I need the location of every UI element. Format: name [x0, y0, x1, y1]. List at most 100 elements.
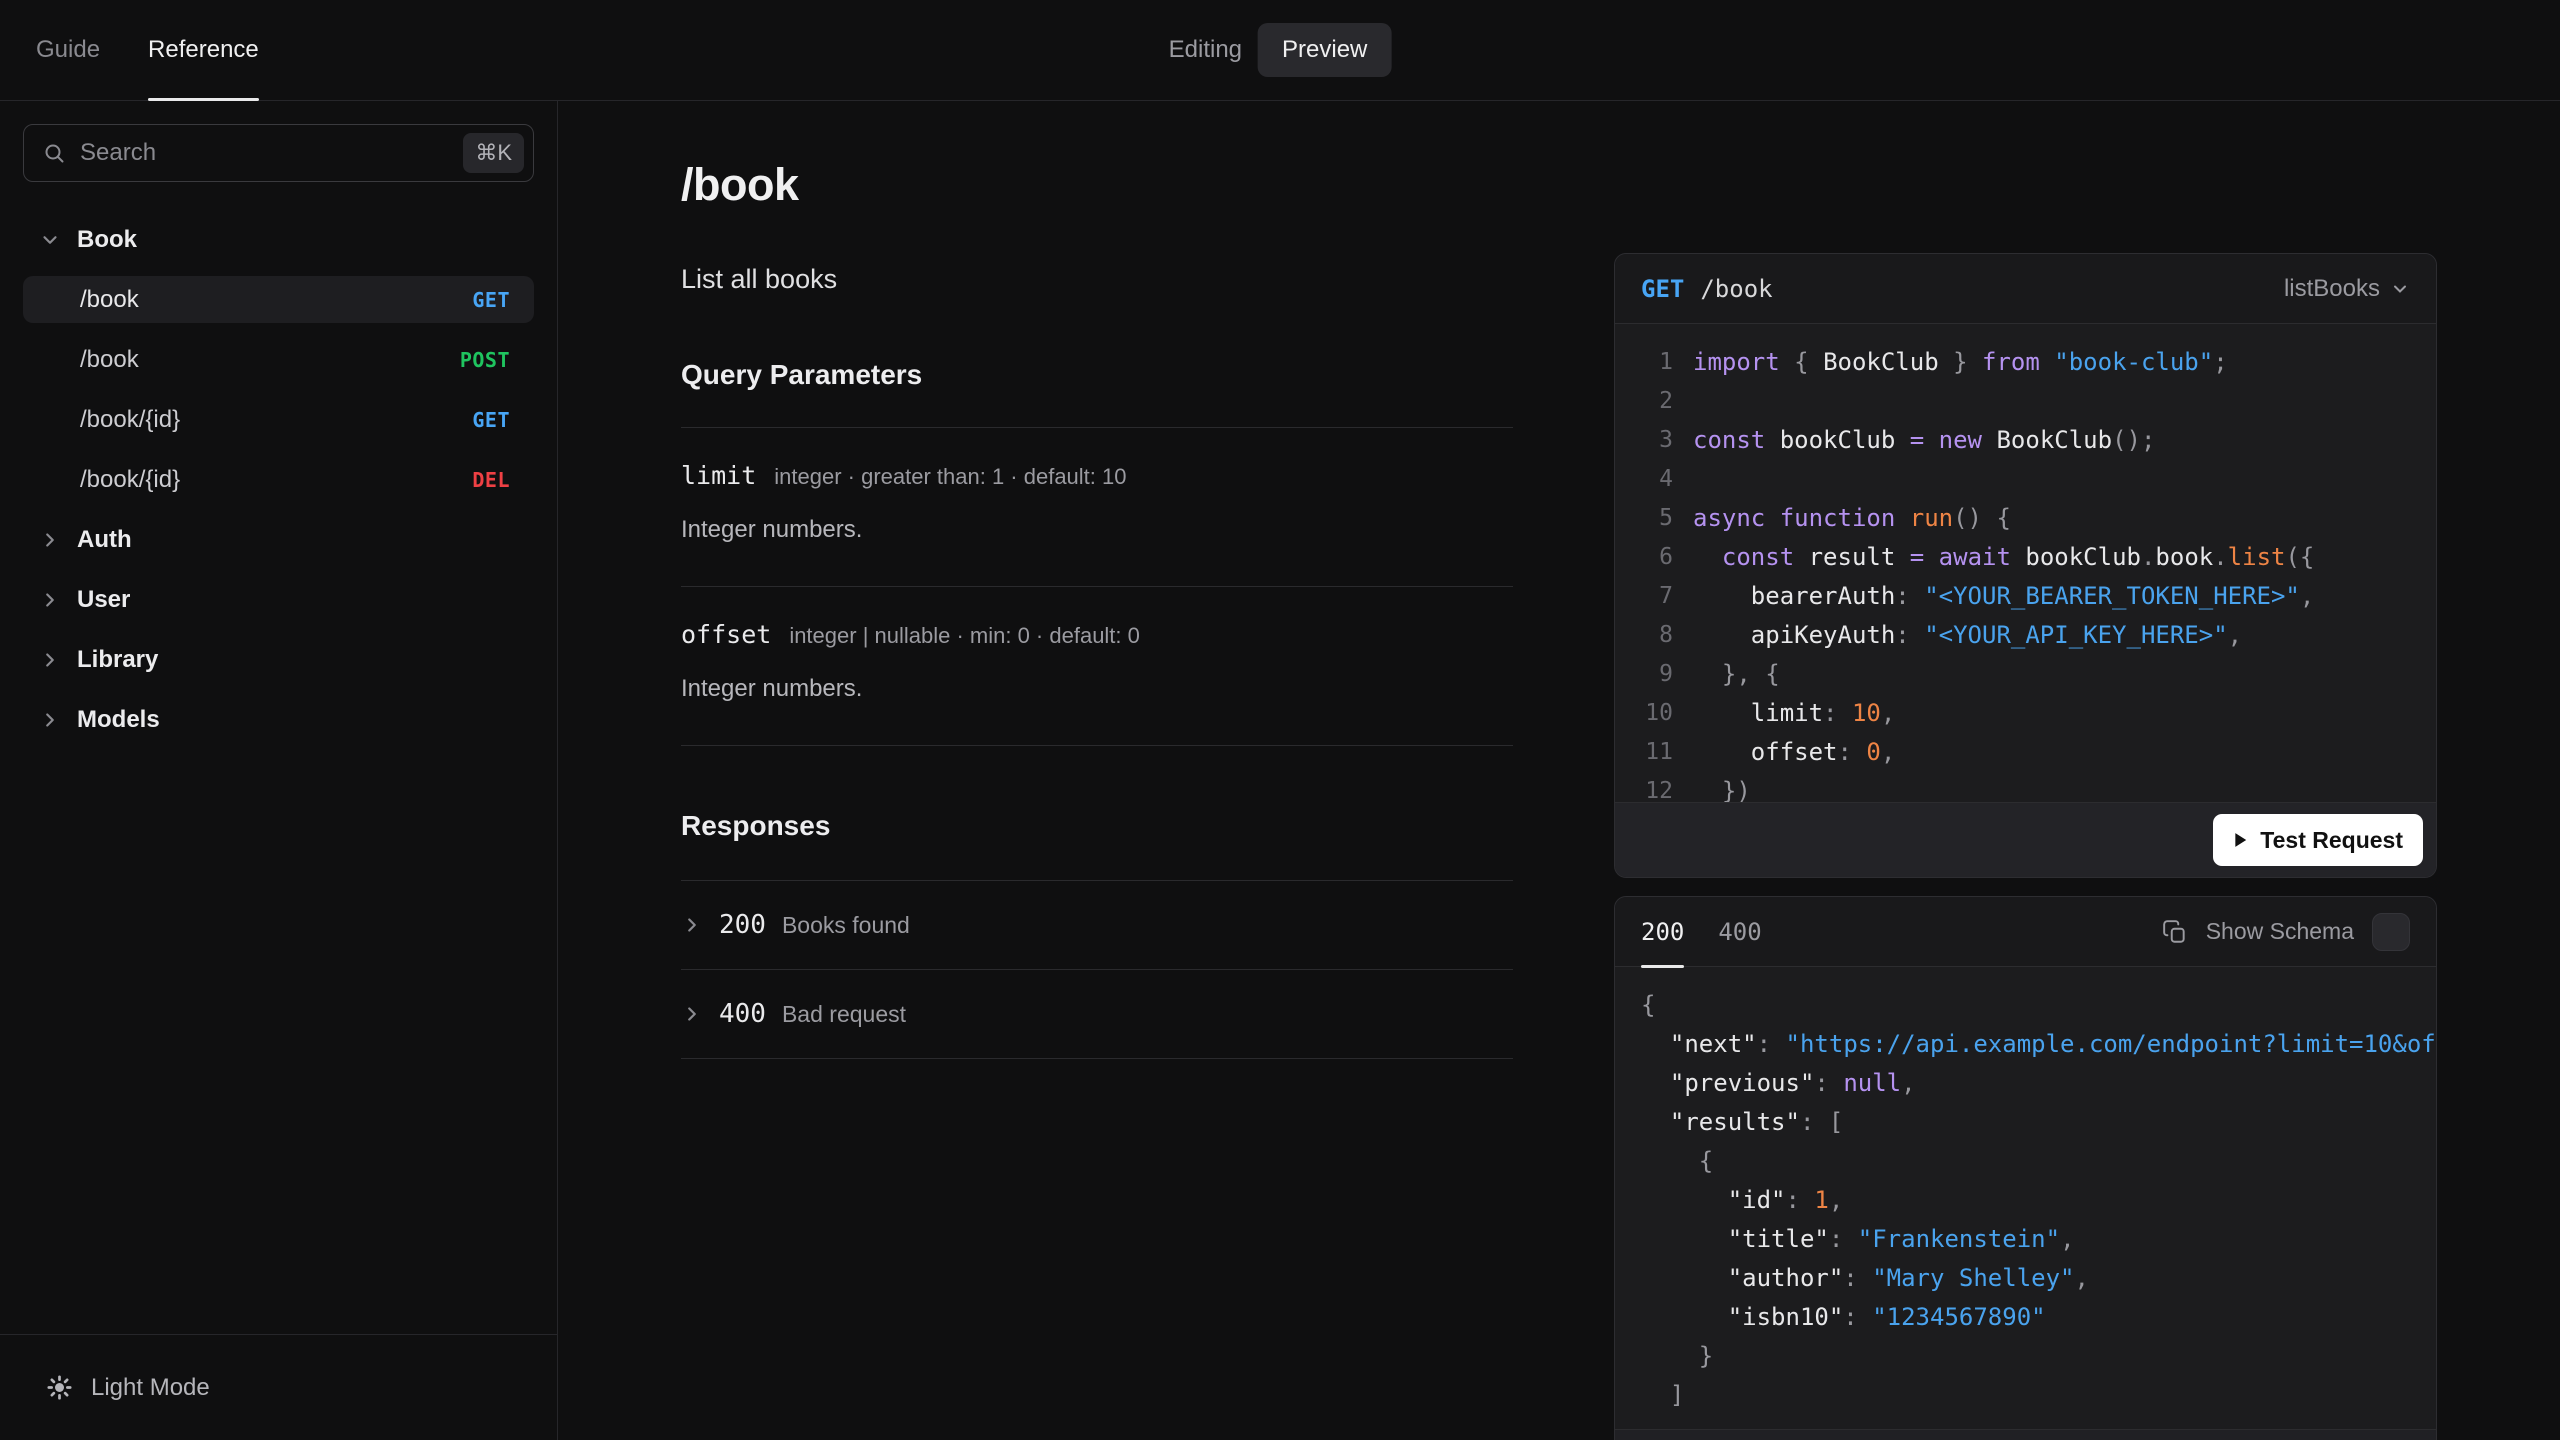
code-line-number: 7	[1659, 582, 1673, 609]
sidebar-item-get-book[interactable]: /book GET	[23, 276, 534, 323]
sidebar-group-label: Models	[77, 705, 160, 733]
code-text: })	[1693, 776, 1751, 803]
code-text: {	[1641, 990, 1656, 1019]
mode-toggle: Editing Preview	[1169, 23, 1392, 77]
sidebar-group-book[interactable]: Book	[23, 216, 534, 263]
editing-tab[interactable]: Editing	[1169, 36, 1242, 64]
topbar: Guide Reference Editing Preview	[0, 0, 2560, 101]
param-name: limit	[681, 461, 757, 490]
sidebar-group-label: User	[77, 585, 131, 613]
response-example-card: 200 400 Show Schema { "next": "https://ap…	[1614, 896, 2437, 1440]
param-limit: limit integer · greater than: 1 · default…	[681, 428, 1513, 587]
code-text: "results": [	[1669, 1107, 1844, 1136]
search-input[interactable]: Search ⌘K	[23, 124, 534, 182]
code-text: offset: 0,	[1750, 737, 1896, 766]
json-line: "isbn10": "1234567890"	[1641, 1297, 2436, 1336]
sidebar-item-get-bookid[interactable]: /book/{id} GET	[23, 396, 534, 443]
sidebar-item-post-book[interactable]: /book POST	[23, 336, 534, 383]
code-text: }	[1641, 1341, 1714, 1370]
json-line: ]	[1641, 1375, 2436, 1414]
param-header: limit integer · greater than: 1 · default…	[681, 461, 1513, 490]
sidebar-nav: Book/book GET/book POST/book/{id} GET/book/…	[23, 216, 534, 1334]
play-icon	[2235, 833, 2247, 847]
method-badge: DEL	[472, 467, 510, 492]
code-line: 5 async function run() {	[1639, 498, 2436, 537]
code-line: 6 const result = await bookClub.book.lis…	[1639, 537, 2436, 576]
code-text: limit: 10,	[1750, 698, 1896, 727]
command-k-shortcut: ⌘K	[463, 133, 524, 173]
sidebar: Search ⌘K Book/book GET/book POST/book/{id…	[0, 101, 558, 1440]
code-line-number: 9	[1659, 660, 1673, 687]
response-header-controls: Show Schema	[2162, 912, 2410, 951]
sidebar-footer: Light Mode	[0, 1334, 557, 1440]
request-path: /book	[1700, 274, 1773, 303]
param-description: Integer numbers.	[681, 675, 863, 702]
param-meta: integer · greater than: 1 · default: 10	[774, 464, 1127, 489]
sidebar-group-models[interactable]: Models	[23, 696, 534, 743]
sidebar-group-label: Book	[77, 225, 137, 253]
response-tab-400[interactable]: 400	[1718, 897, 1761, 967]
param-header: offset integer | nullable · min: 0 · defa…	[681, 620, 1513, 649]
method-badge: GET	[472, 407, 510, 432]
code-line: 1 import { BookClub } from "book-club";	[1639, 342, 2436, 381]
documentation-column: /book List all books Query Parameters li…	[681, 101, 1513, 1440]
operation-summary: List all books	[681, 264, 838, 294]
response-card-header: 200 400 Show Schema	[1615, 897, 2436, 968]
tab-reference[interactable]: Reference	[148, 0, 259, 101]
code-text: "next": "https://api.example.com/endpoin…	[1669, 1029, 2436, 1058]
json-line: "title": "Frankenstein",	[1641, 1219, 2436, 1258]
query-parameters-list: limit integer · greater than: 1 · default…	[681, 427, 1513, 746]
main-content: /book List all books Query Parameters li…	[558, 101, 2560, 1440]
light-mode-label: Light Mode	[91, 1373, 210, 1401]
code-line: 7 bearerAuth: "<YOUR_BEARER_TOKEN_HERE>"…	[1639, 576, 2436, 615]
json-line: "previous": null,	[1641, 1063, 2436, 1102]
code-line-number: 8	[1659, 621, 1673, 648]
operation-selector[interactable]: listBooks	[2284, 275, 2410, 303]
code-line-number: 5	[1659, 504, 1673, 531]
code-line: 10 limit: 10,	[1639, 693, 2436, 732]
test-request-label: Test Request	[2260, 826, 2403, 853]
chevron-right-icon	[46, 652, 54, 667]
tab-guide[interactable]: Guide	[36, 0, 100, 100]
chevron-right-icon	[688, 918, 696, 932]
sidebar-group-library[interactable]: Library	[23, 636, 534, 683]
code-line-number: 10	[1645, 699, 1673, 726]
code-text: import { BookClub } from "book-club";	[1693, 347, 2228, 376]
sidebar-item-del-bookid[interactable]: /book/{id} DEL	[23, 456, 534, 503]
show-schema-toggle[interactable]	[2372, 912, 2410, 951]
json-line: "results": [	[1641, 1102, 2436, 1141]
test-request-button[interactable]: Test Request	[2213, 814, 2423, 866]
sidebar-group-user[interactable]: User	[23, 576, 534, 623]
method-badge: POST	[459, 347, 510, 372]
code-text: "author": "Mary Shelley",	[1727, 1263, 2089, 1292]
preview-tab[interactable]: Preview	[1258, 23, 1392, 77]
response-row-400[interactable]: 400 Bad request	[681, 970, 1513, 1059]
response-label: Bad request	[781, 1000, 906, 1027]
code-line: 8 apiKeyAuth: "<YOUR_API_KEY_HERE>",	[1639, 615, 2436, 654]
light-mode-button[interactable]: Light Mode	[46, 1374, 210, 1402]
code-line: 12 })	[1639, 771, 2436, 803]
code-line-number: 3	[1659, 426, 1673, 453]
code-line-number: 4	[1659, 465, 1673, 492]
code-line-number: 1	[1659, 348, 1673, 375]
response-row-200[interactable]: 200 Books found	[681, 881, 1513, 970]
code-text: }, {	[1693, 659, 1780, 688]
code-text: apiKeyAuth: "<YOUR_API_KEY_HERE>",	[1750, 620, 2243, 649]
code-line: 11 offset: 0,	[1639, 732, 2436, 771]
section-heading-query-parameters: Query Parameters	[681, 359, 923, 390]
chevron-right-icon	[46, 712, 54, 727]
json-line: {	[1641, 1141, 2436, 1180]
sun-icon	[47, 1375, 72, 1400]
copy-icon[interactable]	[2162, 919, 2188, 945]
sidebar-group-auth[interactable]: Auth	[23, 516, 534, 563]
example-column: GET /book listBooks 1 import { BookClub }…	[1614, 101, 2437, 1440]
response-tab-200[interactable]: 200	[1641, 897, 1685, 968]
sidebar-item-path: /book/{id}	[80, 405, 181, 433]
section-heading-responses: Responses	[681, 810, 831, 841]
chevron-down-icon	[2394, 285, 2406, 293]
sidebar-item-path: /book	[80, 285, 139, 313]
code-text: "title": "Frankenstein",	[1727, 1224, 2075, 1253]
search-placeholder: Search	[80, 139, 157, 166]
code-line-number: 2	[1659, 387, 1673, 414]
chevron-right-icon	[46, 592, 54, 607]
